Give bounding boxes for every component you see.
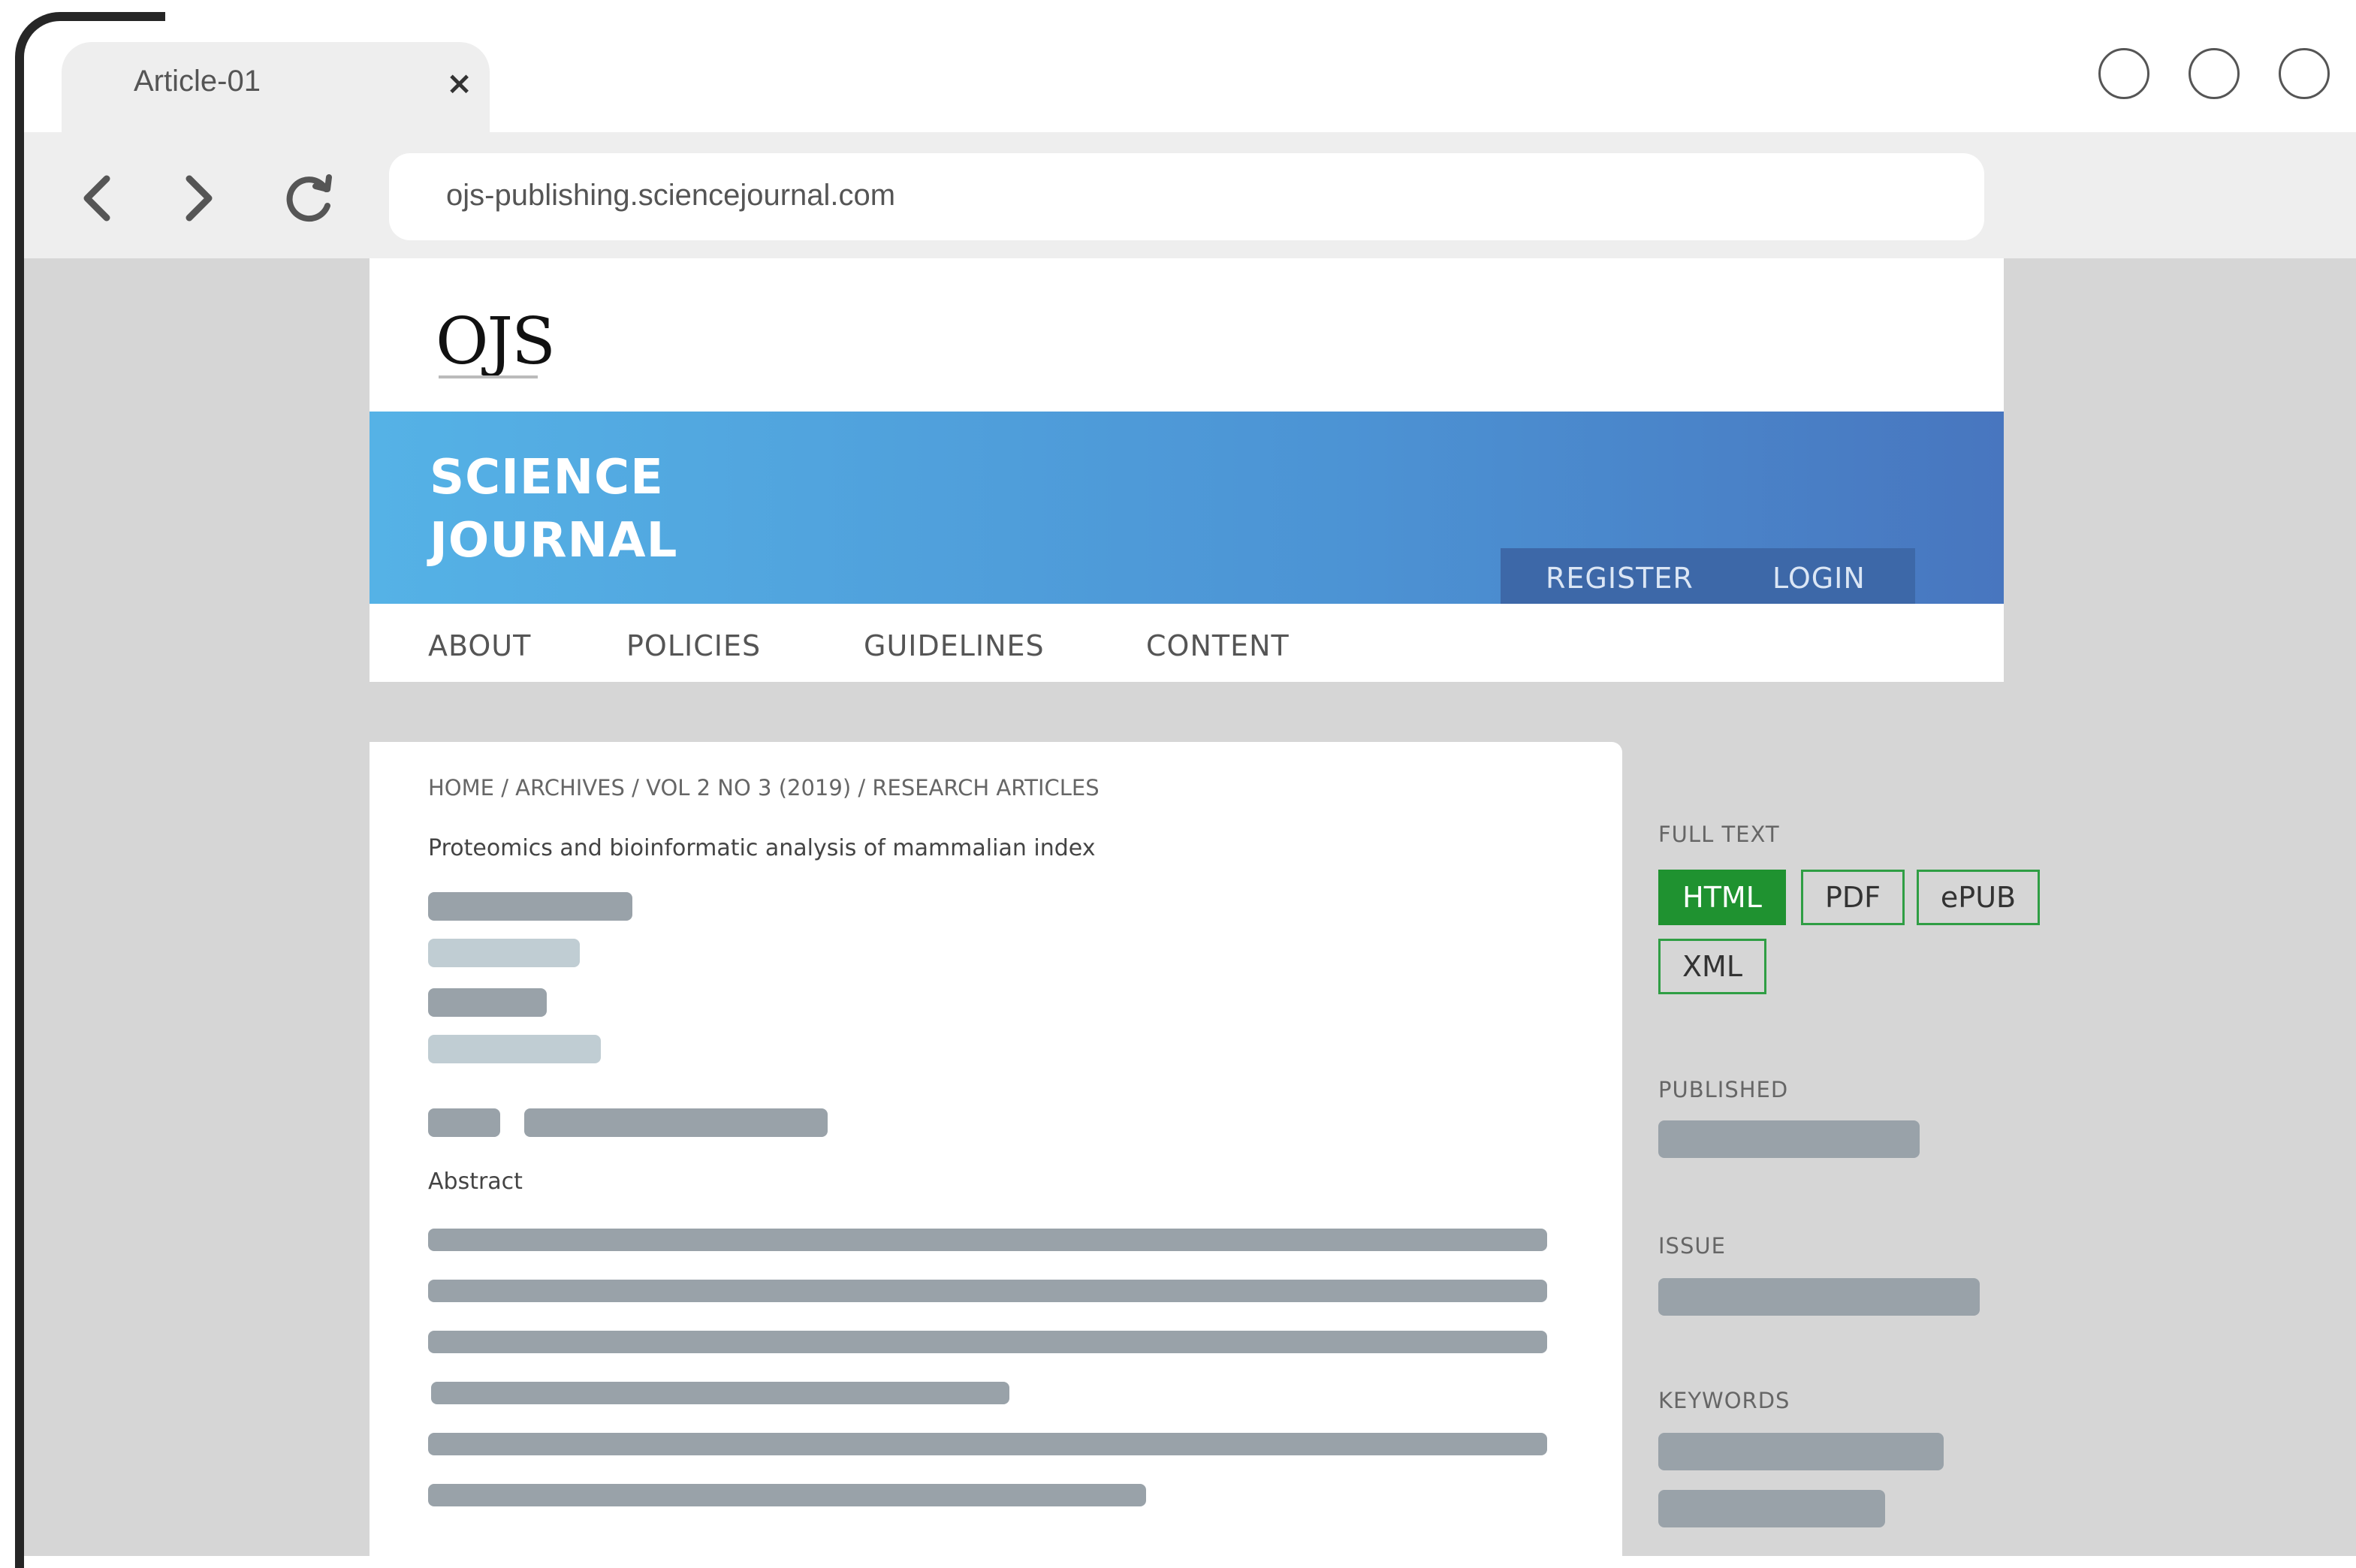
back-icon[interactable] bbox=[69, 168, 129, 228]
page-viewport: OJS SCIENCE JOURNAL REGISTER LOGIN ABOUT… bbox=[17, 258, 2356, 1560]
published-label: PUBLISHED bbox=[1658, 1077, 1789, 1102]
issue-value-placeholder bbox=[1658, 1278, 1980, 1316]
journal-title-line2: JOURNAL bbox=[430, 513, 678, 568]
login-link[interactable]: LOGIN bbox=[1772, 562, 1866, 595]
doi-value-placeholder bbox=[524, 1108, 828, 1137]
abstract-line-placeholder bbox=[428, 1229, 1547, 1251]
browser-tab[interactable]: Article-01 × bbox=[62, 42, 490, 135]
abstract-line-placeholder bbox=[431, 1382, 1009, 1404]
register-link[interactable]: REGISTER bbox=[1546, 562, 1694, 595]
issue-label: ISSUE bbox=[1658, 1233, 1726, 1259]
site-nav: ABOUT POLICIES GUIDELINES CONTENT bbox=[370, 604, 2004, 682]
journal-title-line1: SCIENCE bbox=[430, 450, 664, 505]
browser-window: Article-01 × ojs-publishing.sciencejourn… bbox=[17, 0, 2356, 1560]
article-title: Proteomics and bioinformatic analysis of… bbox=[428, 835, 1096, 861]
forward-icon[interactable] bbox=[167, 168, 227, 228]
window-control-button[interactable] bbox=[2098, 48, 2149, 99]
html-button[interactable]: HTML bbox=[1658, 870, 1786, 925]
author-affiliation-placeholder bbox=[428, 1035, 601, 1063]
abstract-line-placeholder bbox=[428, 1280, 1547, 1302]
abstract-line-placeholder bbox=[428, 1331, 1547, 1353]
author-name-placeholder bbox=[428, 988, 547, 1017]
logo-subline bbox=[439, 375, 538, 378]
author-name-placeholder bbox=[428, 892, 632, 921]
abstract-heading: Abstract bbox=[428, 1168, 523, 1195]
window-control-button[interactable] bbox=[2189, 48, 2240, 99]
nav-content[interactable]: CONTENT bbox=[1146, 629, 1290, 662]
keyword-placeholder bbox=[1658, 1433, 1944, 1470]
ojs-logo[interactable]: OJS bbox=[436, 309, 556, 374]
reload-icon[interactable] bbox=[279, 168, 339, 228]
keywords-label: KEYWORDS bbox=[1658, 1388, 1790, 1413]
close-icon[interactable]: × bbox=[446, 68, 472, 99]
doi-label-placeholder bbox=[428, 1108, 500, 1137]
nav-policies[interactable]: POLICIES bbox=[626, 629, 761, 662]
nav-about[interactable]: ABOUT bbox=[428, 629, 531, 662]
journal-banner: SCIENCE JOURNAL REGISTER LOGIN bbox=[370, 412, 2004, 604]
journal-title[interactable]: SCIENCE JOURNAL bbox=[430, 446, 677, 572]
author-affiliation-placeholder bbox=[428, 939, 580, 967]
auth-links: REGISTER LOGIN bbox=[1501, 548, 1915, 604]
xml-button[interactable]: XML bbox=[1658, 939, 1766, 994]
full-text-label: FULL TEXT bbox=[1658, 822, 1780, 847]
abstract-line-placeholder bbox=[428, 1484, 1146, 1506]
site-header: OJS bbox=[370, 258, 2004, 412]
url-text: ojs-publishing.sciencejournal.com bbox=[446, 179, 896, 212]
address-bar[interactable]: ojs-publishing.sciencejournal.com bbox=[389, 153, 1984, 240]
article-card: HOME / ARCHIVES / VOL 2 NO 3 (2019) / RE… bbox=[370, 742, 1622, 1560]
published-date-placeholder bbox=[1658, 1120, 1920, 1158]
nav-guidelines[interactable]: GUIDELINES bbox=[864, 629, 1045, 662]
pdf-button[interactable]: PDF bbox=[1801, 870, 1905, 925]
browser-toolbar: ojs-publishing.sciencejournal.com bbox=[17, 132, 2356, 258]
tab-title: Article-01 bbox=[134, 65, 261, 98]
tab-strip: Article-01 × bbox=[17, 0, 2356, 135]
keyword-placeholder bbox=[1658, 1490, 1885, 1527]
abstract-line-placeholder bbox=[428, 1433, 1547, 1455]
epub-button[interactable]: ePUB bbox=[1917, 870, 2040, 925]
breadcrumb[interactable]: HOME / ARCHIVES / VOL 2 NO 3 (2019) / RE… bbox=[428, 775, 1100, 801]
window-control-button[interactable] bbox=[2279, 48, 2330, 99]
